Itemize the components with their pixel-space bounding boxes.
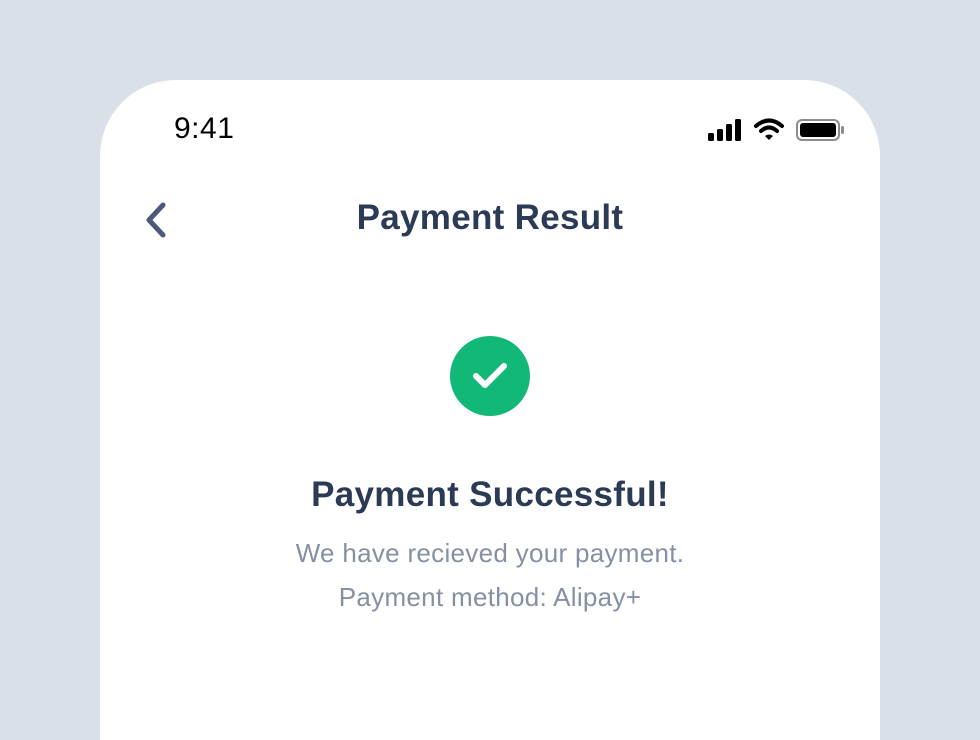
phone-screen: 9:41 Payment Result Payment Successful! … <box>100 80 880 740</box>
battery-icon <box>796 119 844 141</box>
result-title: Payment Successful! <box>311 475 669 514</box>
wifi-icon <box>754 118 784 142</box>
signal-icon <box>708 119 742 141</box>
check-circle-icon <box>450 336 530 416</box>
payment-method-text: Payment method: Alipay+ <box>338 582 642 612</box>
status-icons <box>708 118 844 142</box>
page-title: Payment Result <box>356 198 624 237</box>
result-message: We have recieved your payment. <box>295 538 685 568</box>
status-time: 9:41 <box>174 112 235 145</box>
